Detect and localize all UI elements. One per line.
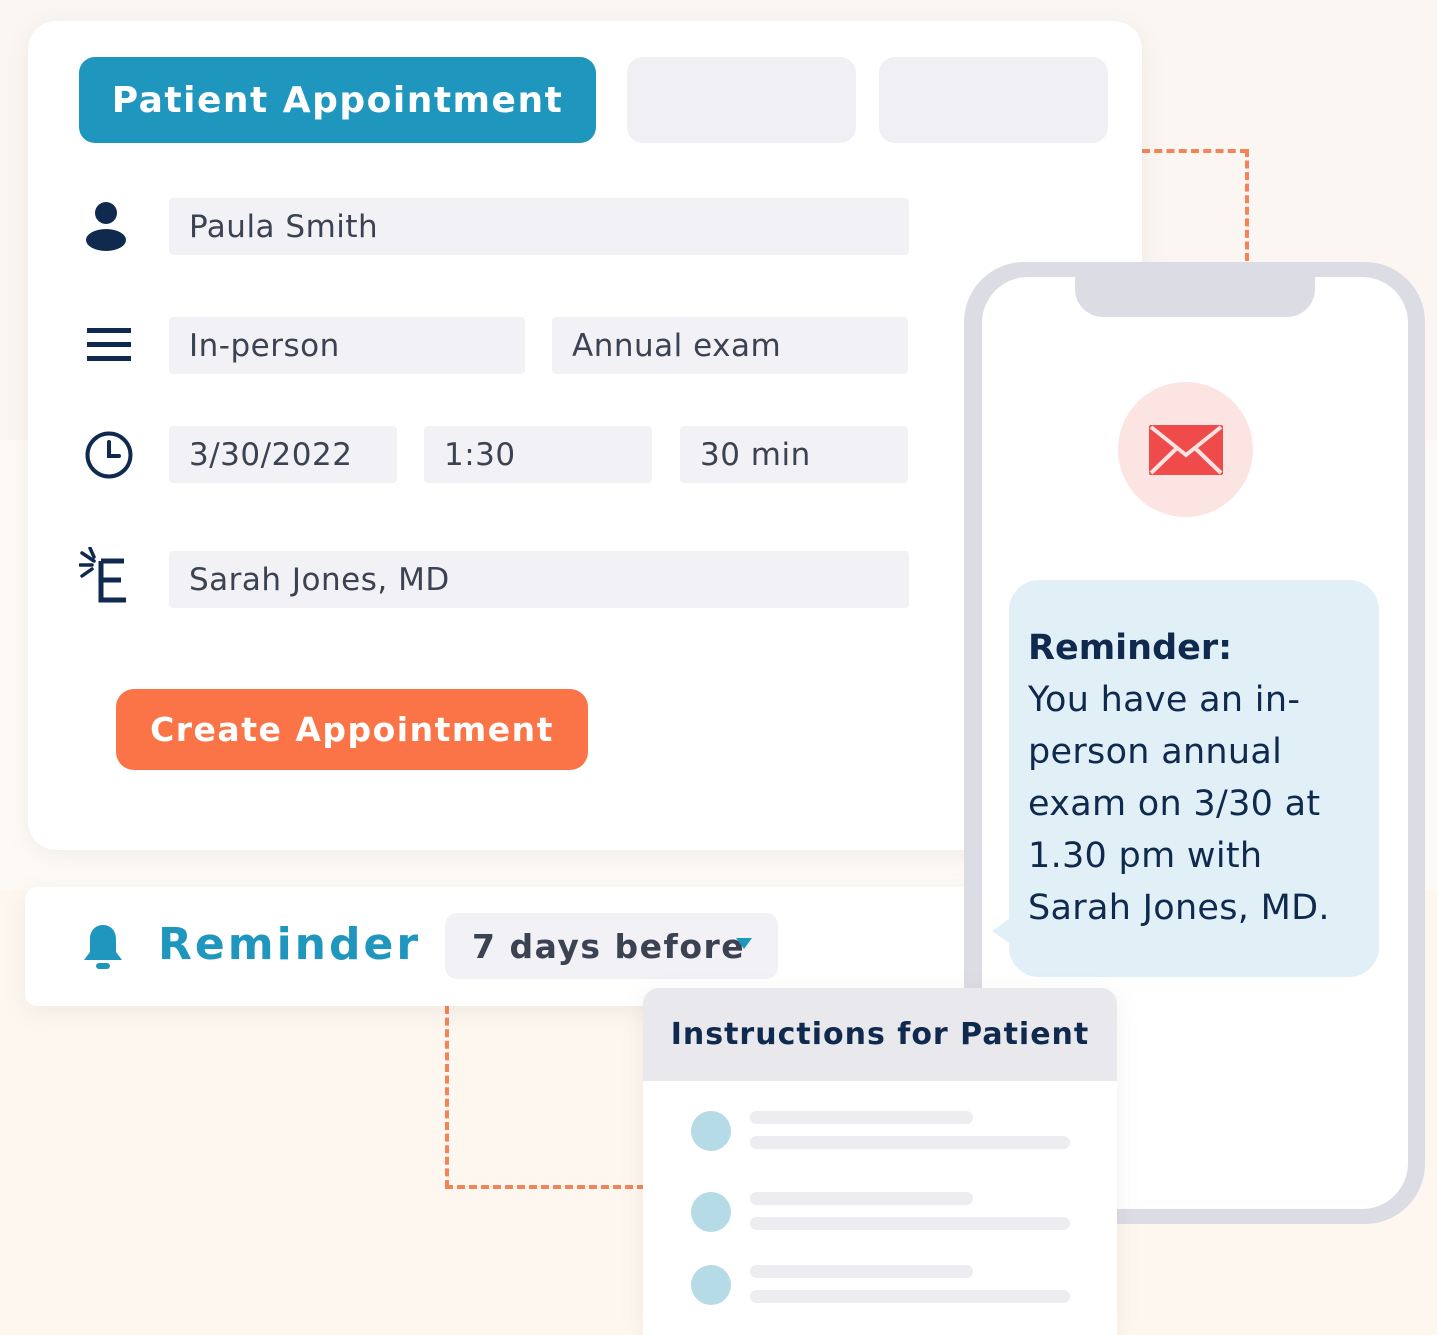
reminder-label: Reminder [158,919,422,970]
list-bullet [691,1265,731,1305]
duration-field[interactable]: 30 min [680,426,908,483]
instructions-title: Instructions for Patient [643,988,1117,1081]
connector-line [445,1006,449,1188]
phone-notch [1075,277,1315,317]
visit-type-field[interactable]: In-person [169,317,525,374]
placeholder-line [750,1265,973,1278]
message-bubble: Reminder: You have an in-person annual e… [1009,580,1379,977]
message-heading: Reminder: [1028,628,1233,668]
create-appointment-button[interactable]: Create Appointment [116,689,588,770]
connector-line [1245,149,1249,261]
reminder-timing-value: 7 days before [472,926,746,966]
placeholder-line [750,1290,1070,1303]
reminder-timing-dropdown[interactable]: 7 days before [445,913,778,979]
placeholder-line [750,1136,1070,1149]
clock-icon [85,431,133,479]
person-icon [86,202,126,251]
instructions-card: Instructions for Patient [643,988,1117,1335]
patient-name-field[interactable]: Paula Smith [169,198,909,255]
tab-patient-appointment[interactable]: Patient Appointment [79,57,596,143]
mail-badge [1118,382,1253,517]
bell-icon [84,925,122,969]
placeholder-line [750,1217,1070,1230]
message-body: You have an in-person annual exam on 3/3… [1028,680,1330,928]
visit-reason-field[interactable]: Annual exam [552,317,908,374]
date-field[interactable]: 3/30/2022 [169,426,397,483]
list-bullet [691,1111,731,1151]
placeholder-line [750,1192,973,1205]
menu-lines-icon [87,328,131,361]
list-bullet [691,1192,731,1232]
time-field[interactable]: 1:30 [424,426,652,483]
placeholder-line [750,1111,973,1124]
mail-icon [1148,424,1223,475]
chevron-down-icon[interactable] [736,938,752,949]
provider-field[interactable]: Sarah Jones, MD [169,551,909,608]
tab-placeholder[interactable] [627,57,856,143]
provider-logo-icon [79,547,126,603]
connector-line [445,1185,645,1189]
tab-placeholder[interactable] [879,57,1108,143]
connector-line [1142,149,1248,153]
